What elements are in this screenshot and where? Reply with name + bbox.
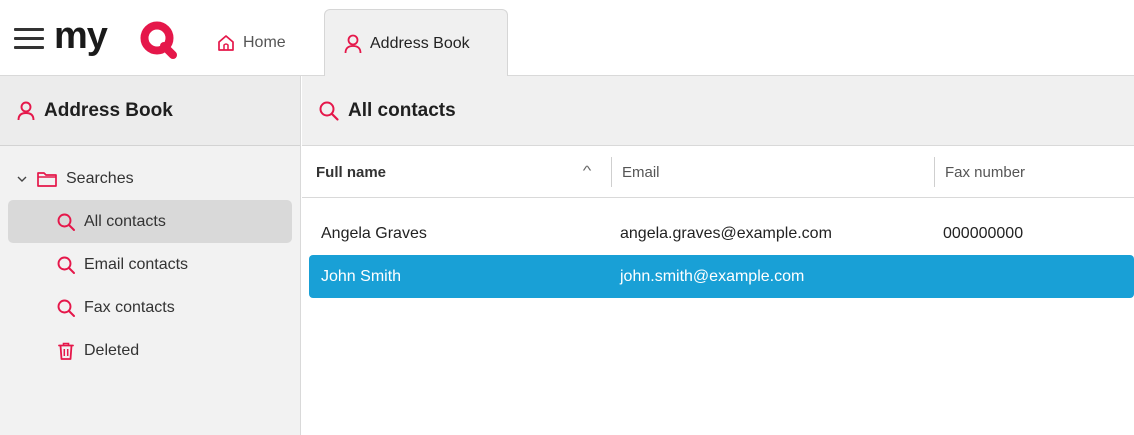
table-row[interactable]: Angela Graves angela.graves@example.com … (309, 212, 1134, 255)
home-icon (218, 35, 234, 51)
chevron-down-icon[interactable] (16, 173, 28, 185)
tree-item-label: Deleted (84, 341, 140, 359)
cell-full-name: John Smith (321, 267, 402, 285)
search-tree: Searches All contacts Email contacts Fax… (0, 146, 300, 372)
column-header-email[interactable]: Email (611, 157, 931, 187)
svg-text:my: my (54, 16, 108, 57)
table-row[interactable]: John Smith john.smith@example.com (309, 255, 1134, 298)
search-icon (57, 299, 75, 317)
search-icon (57, 256, 75, 274)
tree-item-label: All contacts (84, 212, 166, 230)
column-header-label: Email (622, 163, 660, 181)
sidebar: Address Book Searches All contacts Email… (0, 76, 301, 435)
column-header-label: Fax number (945, 163, 1026, 181)
contacts-table: Angela Graves angela.graves@example.com … (302, 198, 1134, 298)
tab-home[interactable]: Home (216, 33, 286, 53)
search-icon (57, 213, 75, 231)
person-icon (17, 101, 35, 120)
tree-item-email-contacts[interactable]: Email contacts (8, 243, 292, 286)
cell-email: john.smith@example.com (620, 267, 805, 285)
top-bar: my Home Address Book (0, 0, 1134, 77)
tree-item-all-contacts[interactable]: All contacts (8, 200, 292, 243)
cell-fax-number: 000000000 (943, 224, 1024, 242)
sidebar-title: Address Book (44, 99, 173, 121)
tree-item-deleted[interactable]: Deleted (8, 329, 292, 372)
hamburger-menu-icon[interactable] (14, 28, 44, 50)
column-header-fax-number[interactable]: Fax number (934, 157, 1134, 187)
sort-ascending-icon[interactable]: ^ (583, 163, 592, 178)
cell-full-name: Angela Graves (321, 224, 427, 242)
tab-home-label: Home (243, 34, 286, 51)
column-header-full-name[interactable]: Full name (316, 146, 606, 198)
cell-email: angela.graves@example.com (620, 224, 832, 242)
page-title: All contacts (348, 99, 456, 121)
tab-address-book-label: Address Book (370, 34, 470, 52)
main-header: All contacts (302, 76, 1134, 146)
search-icon (319, 101, 339, 121)
tree-item-fax-contacts[interactable]: Fax contacts (8, 286, 292, 329)
table-header: Full name ^ Email Fax number (302, 146, 1134, 198)
trash-icon (58, 342, 74, 360)
tree-item-label: Fax contacts (84, 298, 175, 316)
main-panel: All contacts Full name ^ Email Fax numbe… (302, 76, 1134, 435)
myq-logo: my (54, 16, 177, 59)
column-header-label: Full name (316, 163, 387, 181)
folder-icon (37, 172, 57, 187)
tab-address-book[interactable]: Address Book (324, 9, 508, 77)
tree-item-label: Email contacts (84, 255, 189, 273)
person-icon (344, 34, 362, 53)
sidebar-header: Address Book (0, 76, 300, 146)
tree-item-searches[interactable]: Searches (0, 158, 300, 200)
tree-item-label: Searches (66, 170, 134, 187)
